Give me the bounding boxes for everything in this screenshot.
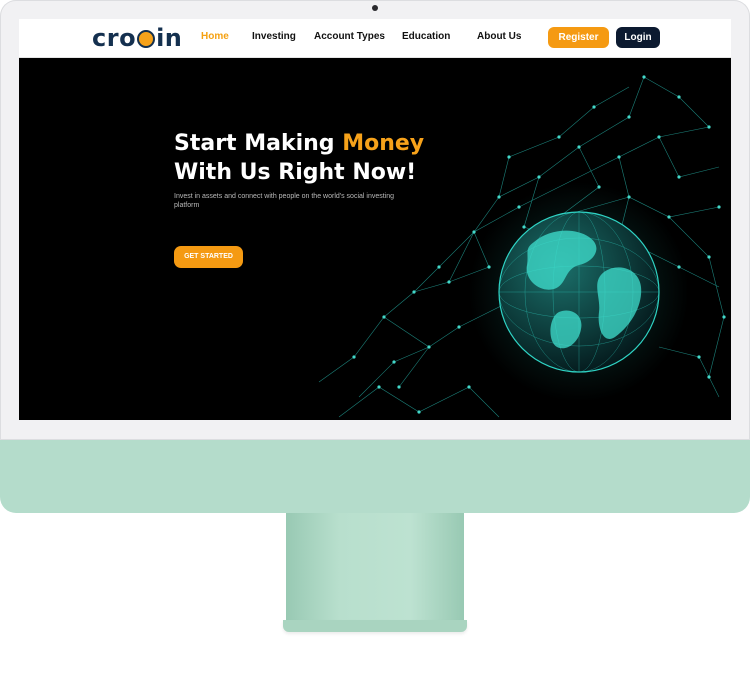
- hero-subtext: Invest in assets and connect with people…: [174, 193, 395, 209]
- hero-headline: Start Making Money With Us Right Now!: [174, 131, 425, 185]
- login-button[interactable]: Login: [616, 27, 660, 48]
- monitor-stand: [286, 513, 464, 620]
- monitor-chin: [0, 440, 750, 513]
- nav-item-investing[interactable]: Investing: [252, 31, 296, 42]
- globe-network-illustration: [318, 75, 726, 418]
- coin-icon: [137, 30, 156, 48]
- nav-item-about-us[interactable]: About Us: [477, 31, 521, 42]
- camera-icon: [372, 5, 378, 11]
- nav-item-account-types[interactable]: Account Types: [314, 31, 385, 42]
- register-button[interactable]: Register: [548, 27, 609, 48]
- brand-logo[interactable]: cro in: [92, 24, 182, 52]
- globe-icon: [498, 211, 660, 373]
- nav-item-education[interactable]: Education: [402, 31, 450, 42]
- monitor-stand-foot: [283, 620, 467, 632]
- browser-screen: cro in Home Investing Account Types Educa…: [19, 19, 731, 420]
- headline-highlight: Money: [342, 131, 425, 156]
- nav-item-home[interactable]: Home: [201, 31, 229, 42]
- get-started-button[interactable]: GET STARTED: [174, 246, 243, 268]
- top-navbar: cro in Home Investing Account Types Educa…: [19, 19, 731, 58]
